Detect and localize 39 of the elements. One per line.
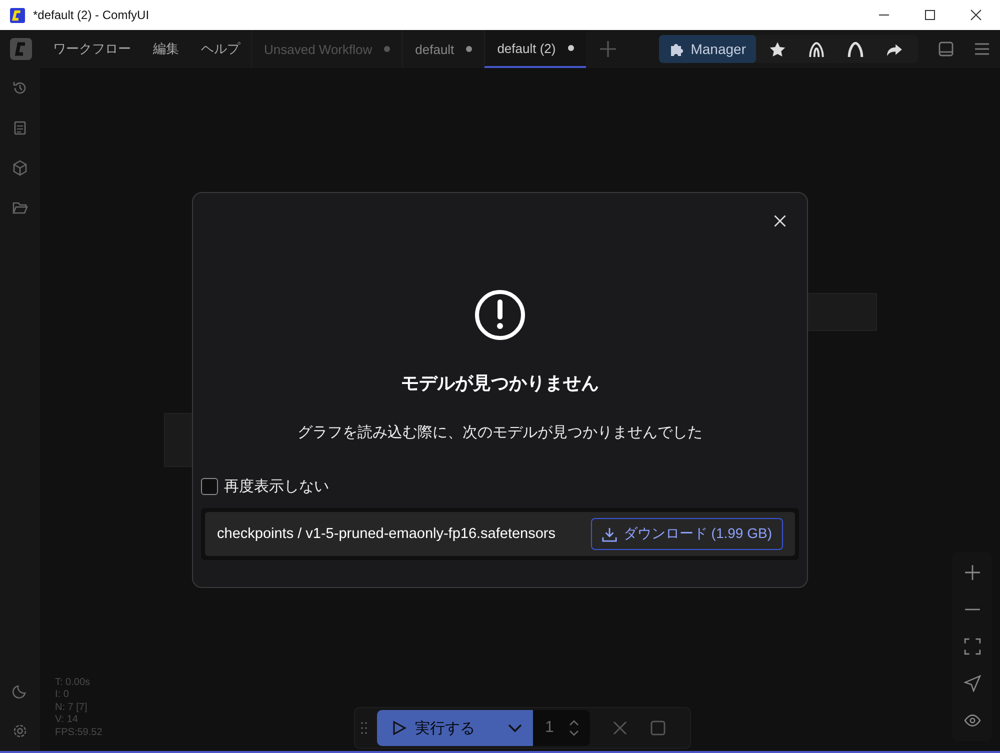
add-tab-icon[interactable] [598, 39, 618, 59]
close-icon[interactable] [970, 9, 982, 21]
download-icon [602, 526, 618, 542]
puzzle-icon [668, 41, 685, 57]
history-icon[interactable] [12, 80, 28, 96]
eye-icon[interactable] [964, 712, 980, 729]
checkbox[interactable] [201, 478, 218, 495]
maximize-icon[interactable] [924, 9, 936, 21]
stats-line: FPS:59.52 [55, 726, 102, 739]
folder-icon[interactable] [12, 200, 28, 216]
checkbox-label: 再度表示しない [224, 477, 329, 496]
stats-line: T: 0.00s [55, 676, 92, 689]
moon-icon[interactable] [12, 683, 28, 699]
settings-icon[interactable] [12, 723, 28, 739]
play-icon [391, 720, 407, 736]
warning-icon [474, 289, 526, 341]
app-logo-icon [10, 8, 25, 22]
stats-line: N: 7 [7] [55, 702, 88, 714]
cube-icon[interactable] [12, 160, 28, 176]
document-icon[interactable] [12, 120, 28, 136]
model-path: checkpoints / v1-5-pruned-emaonly-fp16.safetensors [217, 526, 556, 542]
manager-button[interactable]: Manager [658, 35, 756, 63]
workflow-tab[interactable]: default (2) [484, 30, 586, 68]
zoom-in-icon[interactable] [964, 564, 980, 581]
stepper-icon[interactable] [568, 718, 580, 738]
menu-item[interactable]: ヘルプ [190, 40, 251, 58]
menu-item[interactable]: ワークフロー [42, 40, 142, 58]
dialog-message: グラフを読み込む際に、次のモデルが見つかりませんでした [298, 423, 702, 442]
stop-icon[interactable] [650, 720, 666, 736]
dialog-title: モデルが見つかりません [401, 372, 599, 395]
stats-line: I: 0 [55, 689, 70, 702]
drag-handle-icon[interactable] [361, 722, 367, 734]
stats-line: V: 14 [55, 714, 79, 726]
fit-view-icon[interactable] [964, 638, 980, 655]
download-button[interactable]: ダウンロード (1.99 GB) [591, 518, 783, 550]
window-title: *default (2) - ComfyUI [33, 8, 150, 22]
cursor-arrow-icon[interactable] [964, 675, 980, 692]
cancel-icon[interactable] [612, 720, 628, 736]
menu-item[interactable]: 編集 [142, 40, 190, 58]
